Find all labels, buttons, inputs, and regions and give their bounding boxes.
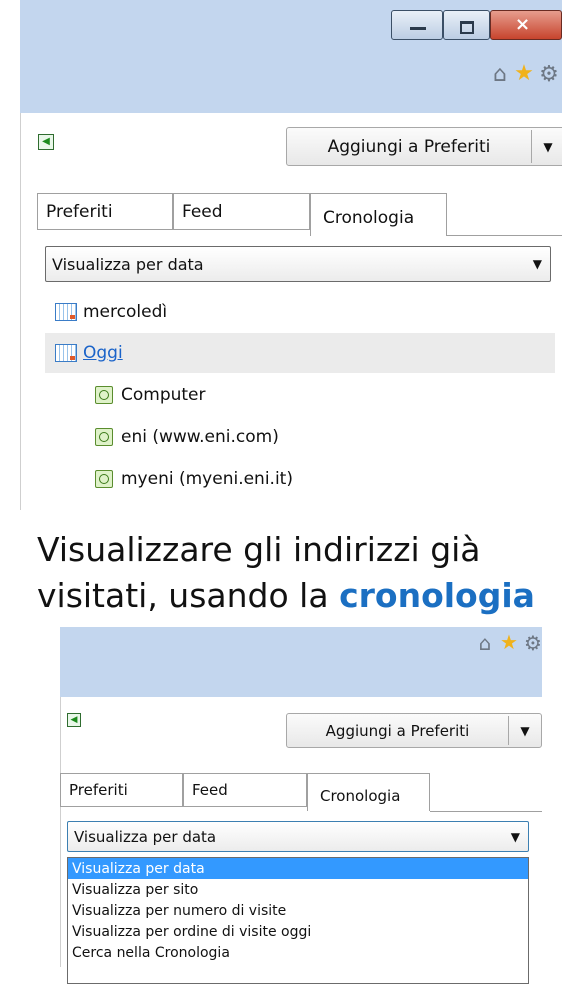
history-site-label: eni (www.eni.com) — [121, 427, 279, 447]
minimize-button[interactable] — [391, 10, 443, 40]
browser-toolbar-band — [60, 627, 542, 697]
pin-back-icon[interactable]: ◀ — [38, 134, 54, 150]
tab-favorites-label: Preferiti — [46, 201, 113, 222]
history-clock-icon — [95, 428, 113, 446]
tab-history-label: Cronologia — [320, 786, 401, 805]
tab-baseline — [37, 229, 310, 230]
close-button[interactable]: × — [490, 10, 562, 40]
history-clock-icon — [95, 386, 113, 404]
home-icon[interactable]: ⌂ — [487, 64, 513, 86]
tab-history-label: Cronologia — [323, 208, 415, 228]
dropdown-option[interactable]: Visualizza per sito — [68, 879, 528, 900]
history-site-label: myeni (myeni.eni.it) — [121, 469, 293, 489]
desktop-sliver — [0, 0, 20, 113]
tab-feed-label: Feed — [192, 781, 228, 799]
history-day-row[interactable]: Oggi — [55, 339, 123, 367]
caption-line-2: visitati, usando la cronologia — [37, 573, 535, 619]
close-icon: × — [515, 14, 531, 35]
view-by-dropdown-list: Visualizza per data Visualizza per sito … — [67, 857, 529, 984]
star-icon[interactable]: ★ — [496, 631, 522, 653]
add-to-favorites-label: Aggiungi a Preferiti — [325, 721, 470, 740]
dropdown-option[interactable]: Visualizza per ordine di visite oggi — [68, 921, 528, 942]
chevron-down-icon: ▼ — [532, 257, 542, 271]
tab-baseline — [430, 811, 542, 812]
history-site-row[interactable]: myeni (myeni.eni.it) — [95, 465, 293, 493]
history-day-row[interactable]: mercoledì — [55, 298, 167, 326]
view-by-select-value: Visualizza per data — [52, 254, 204, 274]
history-clock-icon — [95, 470, 113, 488]
history-site-row[interactable]: Computer — [95, 381, 206, 409]
history-site-row[interactable]: eni (www.eni.com) — [95, 423, 279, 451]
tab-baseline — [60, 806, 307, 807]
add-to-favorites-button[interactable]: Aggiungi a Preferiti ▼ — [286, 127, 562, 166]
chevron-down-icon: ▼ — [510, 829, 520, 844]
history-day-link[interactable]: Oggi — [83, 343, 123, 363]
view-by-select[interactable]: Visualizza per data ▼ — [67, 821, 529, 852]
tab-feed[interactable]: Feed — [183, 773, 307, 806]
view-by-select-value: Visualizza per data — [74, 827, 217, 846]
tab-history[interactable]: Cronologia — [310, 193, 447, 236]
gear-icon[interactable]: ⚙ — [520, 632, 546, 654]
tab-favorites-label: Preferiti — [69, 781, 128, 799]
history-site-label: Computer — [121, 385, 206, 405]
add-to-favorites-label: Aggiungi a Preferiti — [327, 136, 491, 157]
dropdown-option[interactable]: Visualizza per numero di visite — [68, 900, 528, 921]
tab-favorites[interactable]: Preferiti — [60, 773, 183, 806]
minimize-icon — [410, 27, 426, 30]
calendar-icon — [55, 303, 77, 321]
calendar-icon — [55, 344, 77, 362]
dropdown-option[interactable]: Visualizza per data — [68, 858, 528, 879]
tab-baseline — [447, 235, 562, 236]
restore-icon — [460, 21, 474, 34]
pin-back-icon[interactable]: ◀ — [67, 713, 81, 727]
tab-feed-label: Feed — [182, 201, 223, 222]
view-by-select[interactable]: Visualizza per data ▼ — [45, 246, 551, 282]
chevron-down-icon[interactable]: ▼ — [509, 714, 541, 747]
restore-button[interactable] — [443, 10, 490, 40]
tab-favorites[interactable]: Preferiti — [37, 193, 173, 229]
tab-feed[interactable]: Feed — [173, 193, 310, 229]
add-to-favorites-button[interactable]: Aggiungi a Preferiti ▼ — [286, 713, 542, 748]
star-icon[interactable]: ★ — [511, 63, 537, 85]
caption-text: visitati, usando la — [37, 576, 340, 615]
dropdown-option[interactable]: Cerca nella Cronologia — [68, 942, 528, 963]
caption-line-1: Visualizzare gli indirizzi già — [37, 530, 481, 569]
gear-icon[interactable]: ⚙ — [536, 64, 562, 86]
tab-history[interactable]: Cronologia — [307, 773, 430, 811]
history-day-label: mercoledì — [83, 302, 168, 322]
chevron-down-icon[interactable]: ▼ — [532, 128, 562, 165]
home-icon[interactable]: ⌂ — [472, 632, 498, 654]
caption-highlight: cronologia — [339, 576, 535, 615]
